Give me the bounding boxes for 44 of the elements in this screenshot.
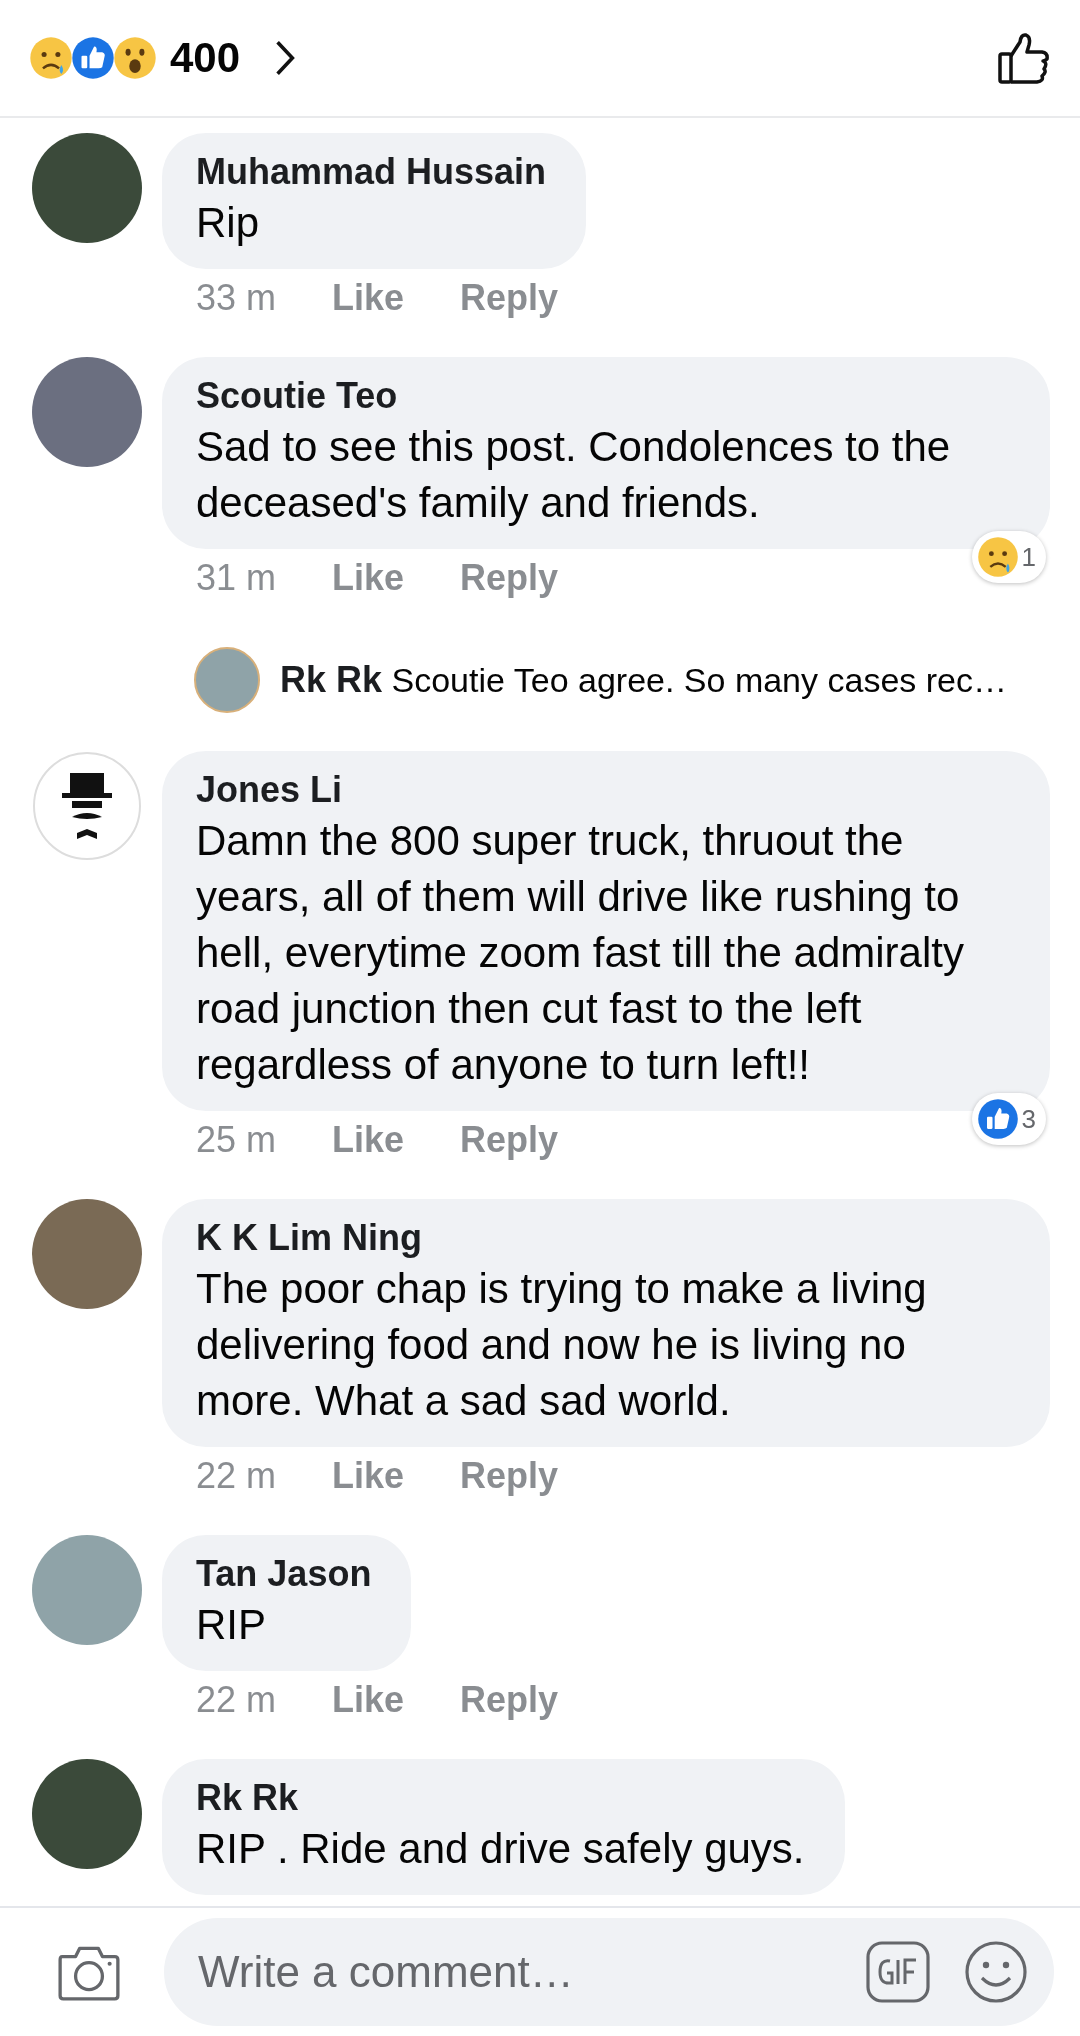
commenter-name[interactable]: Rk Rk: [196, 1775, 805, 1821]
comment-time: 22 m: [196, 1455, 277, 1497]
emoji-icon[interactable]: [964, 1940, 1028, 2004]
reaction-count: 1: [1021, 541, 1036, 573]
reaction-count: 3: [1021, 1103, 1036, 1135]
sad-emoji-icon: [975, 535, 1020, 579]
like-button[interactable]: Like: [332, 1119, 405, 1161]
comment-text: Sad to see this post. Condolences to the deceased's family and friends.: [196, 422, 952, 528]
comment-time: 31 m: [196, 557, 277, 599]
commenter-name[interactable]: K K Lim Ning: [196, 1215, 1010, 1261]
like-button[interactable]: Like: [332, 1679, 405, 1721]
commenter-name[interactable]: Muhammad Hussain: [196, 149, 547, 195]
avatar-drawing[interactable]: [32, 751, 142, 861]
gif-icon[interactable]: [866, 1941, 930, 2003]
comment-time: 25 m: [196, 1119, 277, 1161]
reply-button[interactable]: Reply: [460, 1119, 559, 1161]
commenter-name[interactable]: Tan Jason: [196, 1551, 372, 1597]
comment-text: Damn the 800 super truck, thruout the years, all of them will drive like rushing to hell, everytime zoom fast till the admiralty road junction then cut fast to the left regardless of anyone to turn left!!: [196, 816, 965, 1090]
like-emoji-icon: [70, 35, 116, 81]
like-button[interactable]: Like: [332, 1455, 405, 1497]
chevron-right-icon[interactable]: [274, 39, 297, 77]
commenter-name[interactable]: Scoutie Teo: [196, 373, 1010, 419]
reply-preview[interactable]: Rk Rk Scoutie Teo agree. So many cases rec…: [280, 659, 1007, 701]
comment-text: The poor chap is trying to make a living delivering food and now he is living no more. What a sad sad world.: [196, 1264, 928, 1426]
like-button[interactable]: Like: [332, 277, 405, 319]
comment-text: Rip: [196, 198, 261, 248]
comment-text: RIP: [196, 1600, 267, 1650]
thumbs-up-icon[interactable]: [996, 30, 1052, 86]
reaction-badge[interactable]: 3: [971, 1093, 1046, 1145]
reply-button[interactable]: Reply: [460, 277, 559, 319]
reply-button[interactable]: Reply: [460, 1679, 559, 1721]
comment-time: 33 m: [196, 277, 277, 319]
reply-button[interactable]: Reply: [460, 1455, 559, 1497]
comment-field[interactable]: Write a comment…: [164, 1918, 1054, 2026]
reply-button[interactable]: Reply: [460, 557, 559, 599]
comment-text: RIP . Ride and drive safely guys.: [196, 1824, 805, 1874]
reaction-count[interactable]: 400: [170, 34, 241, 82]
comment-time: 22 m: [196, 1679, 277, 1721]
like-emoji-icon: [975, 1097, 1020, 1141]
sad-emoji-icon: [28, 35, 74, 81]
wow-emoji-icon: [112, 35, 158, 81]
commenter-name[interactable]: Jones Li: [196, 767, 1010, 813]
reaction-badge[interactable]: 1: [971, 531, 1046, 583]
like-button[interactable]: Like: [332, 557, 405, 599]
